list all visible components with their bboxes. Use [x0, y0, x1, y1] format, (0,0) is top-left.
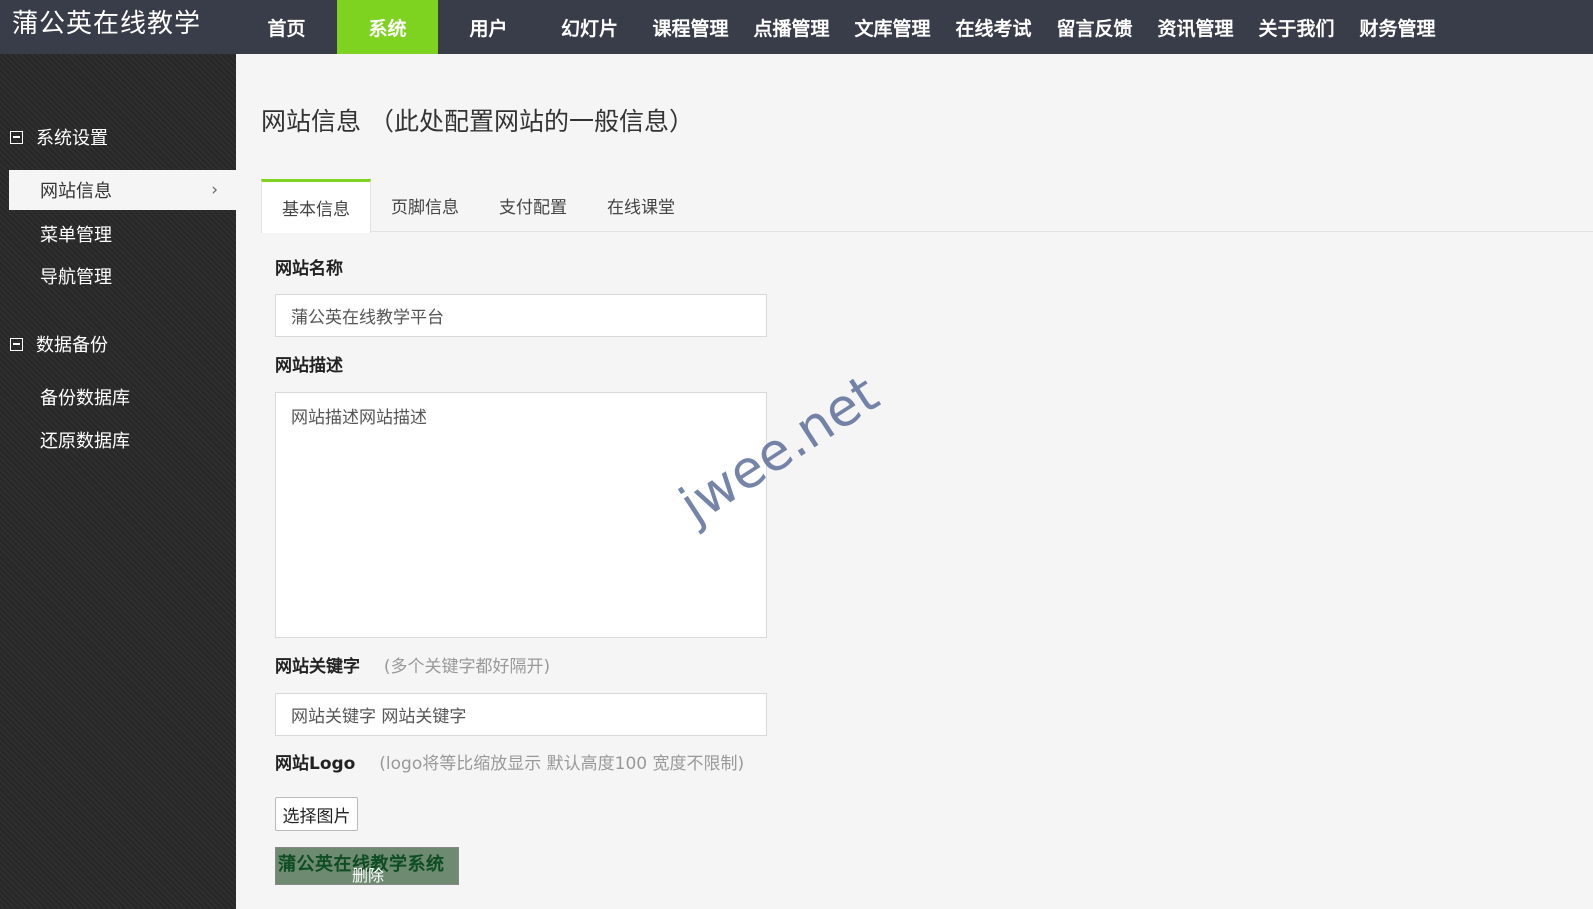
- nav-item-slides[interactable]: 幻灯片: [539, 0, 640, 54]
- nav-item-system[interactable]: 系统: [337, 0, 438, 54]
- sidebar-item-site-info[interactable]: 网站信息 ›: [9, 170, 236, 210]
- site-name-label: 网站名称: [275, 259, 343, 279]
- delete-logo-button[interactable]: 删除: [276, 862, 458, 884]
- sidebar-item-label: 还原数据库: [40, 431, 130, 452]
- nav-item-news[interactable]: 资讯管理: [1145, 0, 1246, 54]
- sidebar-item-label: 备份数据库: [40, 388, 130, 409]
- page-title: 网站信息 （此处配置网站的一般信息）: [261, 107, 694, 136]
- site-desc-label: 网站描述: [275, 356, 343, 376]
- nav-item-courses[interactable]: 课程管理: [640, 0, 741, 54]
- nav-item-home[interactable]: 首页: [236, 0, 337, 54]
- nav-item-library[interactable]: 文库管理: [842, 0, 943, 54]
- sidebar-item-label: 导航管理: [40, 267, 112, 288]
- site-keywords-label-row: 网站关键字 (多个关键字都好隔开): [275, 652, 550, 677]
- site-keywords-label: 网站关键字: [275, 657, 360, 677]
- tab-bar: 基本信息 页脚信息 支付配置 在线课堂: [261, 179, 1593, 233]
- sidebar-group-label: 数据备份: [36, 335, 108, 356]
- top-navbar: 蒲公英在线教学 首页 系统 用户 幻灯片 课程管理 点播管理 文库管理 在线考试…: [0, 0, 1593, 54]
- sidebar: 系统设置 网站信息 › 菜单管理 导航管理 数据备份 备份数据库 还原数据库: [0, 54, 236, 909]
- nav-item-exams[interactable]: 在线考试: [943, 0, 1044, 54]
- choose-image-button[interactable]: 选择图片: [275, 797, 358, 831]
- sidebar-item-label: 网站信息: [40, 181, 112, 202]
- site-name-input[interactable]: [275, 294, 767, 337]
- site-logo-label-row: 网站Logo (logo将等比缩放显示 默认高度100 宽度不限制): [275, 749, 744, 774]
- main-content: 网站信息 （此处配置网站的一般信息） 基本信息 页脚信息 支付配置 在线课堂 网…: [236, 54, 1593, 909]
- site-logo-hint: (logo将等比缩放显示 默认高度100 宽度不限制): [379, 754, 745, 774]
- logo-preview-image: 蒲公英在线教学系统 删除: [275, 847, 459, 885]
- collapse-icon[interactable]: [10, 130, 23, 144]
- sidebar-group-system-settings[interactable]: 系统设置: [10, 124, 108, 150]
- sidebar-item-restore-db[interactable]: 还原数据库: [9, 420, 236, 460]
- nav-item-about[interactable]: 关于我们: [1246, 0, 1347, 54]
- sidebar-item-nav-management[interactable]: 导航管理: [9, 256, 236, 296]
- nav-item-feedback[interactable]: 留言反馈: [1044, 0, 1145, 54]
- nav-item-users[interactable]: 用户: [438, 0, 539, 54]
- site-logo-label: 网站Logo: [275, 754, 356, 774]
- collapse-icon[interactable]: [10, 337, 23, 351]
- sidebar-item-backup-db[interactable]: 备份数据库: [9, 377, 236, 417]
- app-logo[interactable]: 蒲公英在线教学: [12, 6, 201, 42]
- site-desc-textarea[interactable]: 网站描述网站描述: [275, 392, 767, 638]
- site-keywords-hint: (多个关键字都好隔开): [383, 657, 551, 677]
- tab-online-classroom[interactable]: 在线课堂: [587, 179, 695, 232]
- tab-basic-info[interactable]: 基本信息: [261, 179, 371, 233]
- nav-item-vod[interactable]: 点播管理: [741, 0, 842, 54]
- chevron-right-icon: ›: [211, 180, 218, 200]
- tab-payment-config[interactable]: 支付配置: [479, 179, 587, 232]
- sidebar-group-data-backup[interactable]: 数据备份: [10, 331, 108, 357]
- site-keywords-input[interactable]: [275, 693, 767, 736]
- nav-item-finance[interactable]: 财务管理: [1347, 0, 1448, 54]
- sidebar-group-label: 系统设置: [36, 128, 108, 149]
- tab-footer-info[interactable]: 页脚信息: [371, 179, 479, 232]
- sidebar-item-menu-management[interactable]: 菜单管理: [9, 214, 236, 254]
- sidebar-item-label: 菜单管理: [40, 225, 112, 246]
- top-nav-menu: 首页 系统 用户 幻灯片 课程管理 点播管理 文库管理 在线考试 留言反馈 资讯…: [236, 0, 1448, 54]
